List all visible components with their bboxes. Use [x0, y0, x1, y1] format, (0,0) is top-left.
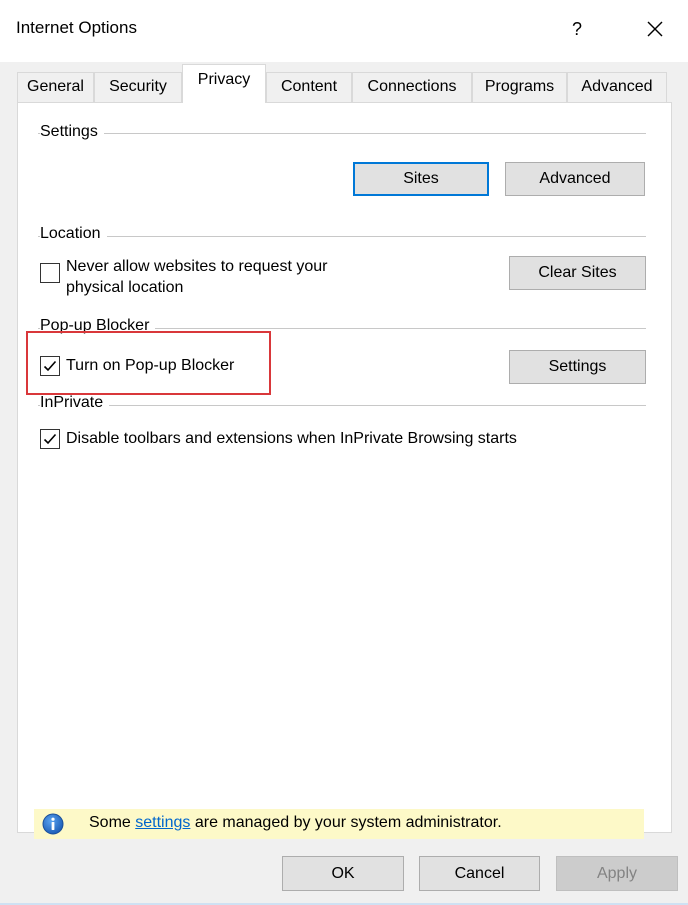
title-bar: Internet Options ? — [0, 0, 688, 62]
admin-info-bar: Some settings are managed by your system… — [34, 809, 644, 839]
disable-toolbars-label: Disable toolbars and extensions when InP… — [66, 430, 517, 447]
info-text-before: Some — [89, 814, 136, 831]
info-text-after: are managed by your system administrator… — [190, 814, 502, 831]
internet-options-dialog: Internet Options ? General Security Priv… — [0, 0, 688, 905]
window-title: Internet Options — [16, 18, 137, 37]
ok-button[interactable]: OK — [282, 856, 404, 891]
checkmark-icon — [43, 360, 57, 372]
tab-programs[interactable]: Programs — [472, 72, 567, 102]
cancel-button[interactable]: Cancel — [419, 856, 540, 891]
popup-blocker-label: Turn on Pop-up Blocker — [66, 357, 235, 374]
apply-button[interactable]: Apply — [556, 856, 678, 891]
disable-toolbars-checkbox[interactable] — [40, 429, 60, 449]
location-group-line — [38, 236, 646, 237]
tab-general[interactable]: General — [17, 72, 94, 102]
inprivate-group-line — [38, 405, 646, 406]
tab-privacy[interactable]: Privacy — [182, 64, 266, 103]
popup-blocker-checkbox[interactable] — [40, 356, 60, 376]
checkmark-icon — [43, 433, 57, 445]
location-group-label: Location — [40, 225, 107, 243]
sites-button[interactable]: Sites — [353, 162, 489, 196]
close-icon — [647, 21, 663, 37]
popup-group-label: Pop-up Blocker — [40, 317, 156, 335]
clear-sites-button[interactable]: Clear Sites — [509, 256, 646, 290]
info-icon — [42, 813, 64, 835]
help-button[interactable]: ? — [563, 14, 591, 44]
tab-content[interactable]: Content — [266, 72, 352, 102]
settings-link[interactable]: settings — [135, 814, 190, 831]
tab-connections[interactable]: Connections — [352, 72, 472, 102]
settings-group-label: Settings — [40, 123, 104, 141]
popup-settings-button[interactable]: Settings — [509, 350, 646, 384]
never-allow-location-label-line2: physical location — [66, 279, 184, 296]
tab-security[interactable]: Security — [94, 72, 182, 102]
close-button[interactable] — [638, 12, 672, 46]
inprivate-group-label: InPrivate — [40, 394, 110, 412]
never-allow-location-checkbox[interactable] — [40, 263, 60, 283]
tab-advanced[interactable]: Advanced — [567, 72, 667, 102]
settings-group-line — [38, 133, 646, 134]
admin-info-text: Some settings are managed by your system… — [89, 814, 502, 832]
never-allow-location-label-line1: Never allow websites to request your — [66, 258, 328, 275]
advanced-button[interactable]: Advanced — [505, 162, 645, 196]
privacy-panel: Settings Sites Advanced Location Never a… — [17, 102, 672, 833]
